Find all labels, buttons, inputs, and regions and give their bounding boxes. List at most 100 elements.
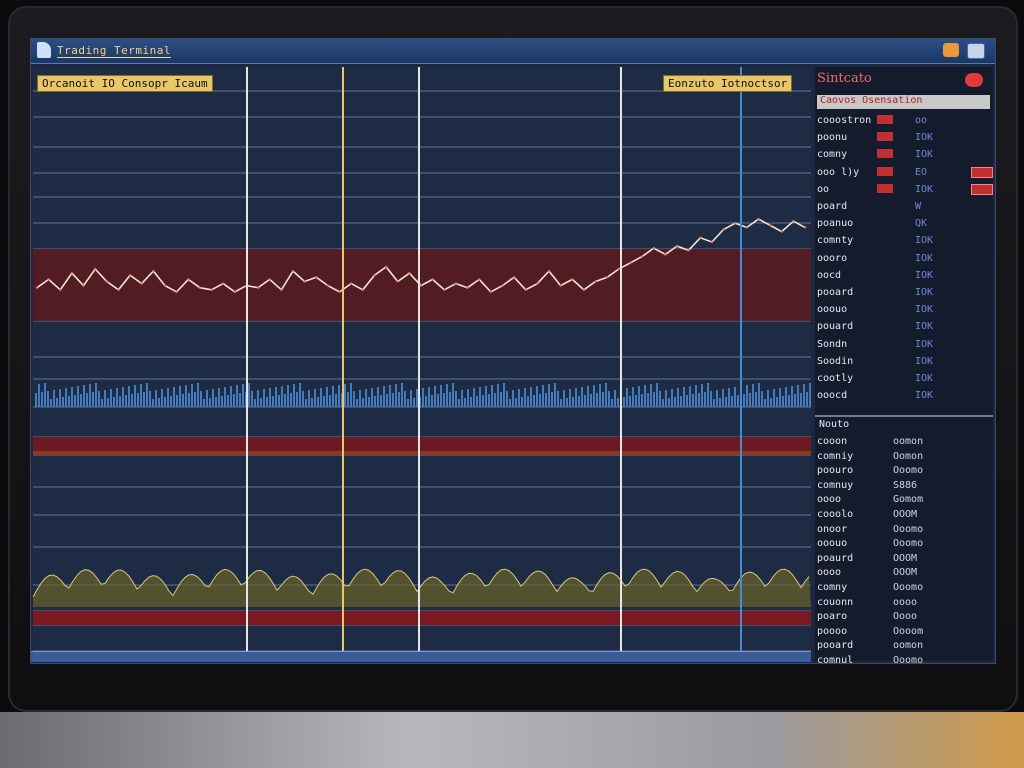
order-row[interactable]: couonn oooo: [817, 596, 993, 612]
volume-bar: [512, 390, 514, 407]
watchlist-header: Caovos Osensation: [817, 95, 990, 109]
notification-icon[interactable]: [943, 43, 959, 57]
volume-bar: [311, 398, 313, 407]
watchlist-row[interactable]: pouard IOK: [817, 319, 993, 336]
price-point: [477, 278, 481, 281]
order-row[interactable]: comniy Oomon: [817, 450, 993, 466]
volume-bar: [749, 393, 751, 407]
header-accent: Osensation: [862, 95, 923, 106]
volume-bar: [425, 396, 427, 407]
volume-bar: [353, 391, 355, 407]
volume-bar: [380, 395, 382, 407]
home-icon[interactable]: [967, 43, 985, 59]
order-row[interactable]: pooard oomon: [817, 639, 993, 655]
price-point: [315, 276, 318, 279]
order-row[interactable]: comnuy S886: [817, 479, 993, 495]
watchlist-row[interactable]: comnty IOK: [817, 233, 993, 250]
volume-bar: [131, 394, 133, 407]
volume-bar: [710, 391, 712, 407]
volume-bar: [260, 398, 262, 407]
order-row[interactable]: poaurd OOOM: [817, 552, 993, 568]
volume-bar: [278, 395, 280, 407]
volume-bar: [338, 385, 340, 407]
watchlist-row[interactable]: cootly IOK: [817, 371, 993, 388]
favorite-icon[interactable]: [965, 73, 983, 87]
order-row[interactable]: cooon oomon: [817, 435, 993, 451]
volume-bar: [233, 394, 235, 407]
volume-bar: [737, 395, 739, 407]
watchlist-row[interactable]: ooocd IOK: [817, 388, 993, 405]
price-point: [187, 278, 190, 281]
order-row[interactable]: comny Ooomo: [817, 581, 993, 597]
volume-bar: [713, 399, 715, 407]
order-symbol: cooon: [817, 436, 848, 447]
volume-bar: [506, 391, 508, 407]
volume-bar: [359, 390, 361, 407]
row-value: oo: [915, 115, 928, 126]
volume-bar: [410, 390, 412, 407]
row-symbol: poard: [817, 201, 848, 212]
volume-bar: [269, 388, 271, 407]
watchlist-row[interactable]: oo IOK: [817, 182, 993, 199]
volume-bar: [491, 385, 493, 407]
watchlist-row[interactable]: Soodin IOK: [817, 354, 993, 371]
watchlist-row[interactable]: poanuo QK: [817, 216, 993, 233]
row-symbol: oooro: [817, 252, 848, 264]
volume-bar: [500, 392, 502, 407]
volume-bar: [530, 387, 532, 407]
watchlist-row[interactable]: oocd IOK: [817, 268, 993, 285]
chart-background: [33, 67, 811, 655]
order-row[interactable]: poouro Ooomo: [817, 464, 993, 480]
volume-bar: [464, 398, 466, 407]
order-row[interactable]: onoor Ooomo: [817, 523, 993, 539]
row-alert-badge[interactable]: [971, 166, 993, 178]
volume-bar: [251, 391, 253, 407]
chart-label-right: Eonzuto Iotnoctsor: [663, 75, 793, 92]
volume-bar: [467, 389, 469, 407]
price-chart[interactable]: [33, 67, 811, 655]
watchlist-row[interactable]: comny IOK: [817, 147, 993, 164]
volume-bar: [389, 385, 391, 407]
indicator-band-1: [33, 437, 811, 451]
volume-bar: [320, 388, 322, 407]
order-row[interactable]: oooo OOOM: [817, 566, 993, 582]
row-symbol: pouard: [817, 321, 854, 333]
watchlist-row[interactable]: ooo l)y EO: [817, 165, 993, 182]
volume-bar: [575, 388, 577, 407]
volume-bar: [383, 386, 385, 407]
row-value: IOK: [915, 235, 934, 247]
volume-bar: [365, 389, 367, 407]
volume-bar: [308, 390, 310, 407]
watchlist-row[interactable]: poonu IOK: [817, 130, 993, 147]
volume-bar: [398, 392, 400, 407]
volume-bar: [776, 397, 778, 407]
watchlist-row[interactable]: ooouo IOK: [817, 302, 993, 319]
order-symbol: couonn: [817, 596, 854, 608]
watchlist-row[interactable]: Sondn IOK: [817, 337, 993, 354]
order-value: Oooo: [893, 611, 918, 623]
price-point: [140, 282, 143, 285]
volume-bar: [65, 388, 67, 407]
volume-bar: [50, 399, 52, 407]
volume-bar: [386, 394, 388, 407]
order-row[interactable]: oooo Gomom: [817, 493, 993, 509]
watchlist-row[interactable]: oooro IOK: [817, 251, 993, 268]
order-row[interactable]: poaro Oooo: [817, 610, 993, 626]
watchlist-row[interactable]: poard W: [817, 199, 993, 216]
order-row[interactable]: poooo Oooom: [817, 625, 993, 641]
price-point: [699, 236, 702, 239]
order-row[interactable]: ooouo Ooomo: [817, 537, 993, 553]
row-value: IOK: [915, 355, 934, 367]
volume-bar: [149, 391, 151, 407]
order-row[interactable]: cooolo OOOM: [817, 508, 993, 524]
volume-bar: [752, 384, 754, 407]
row-alert-badge[interactable]: [971, 183, 993, 195]
volume-bar: [113, 397, 115, 407]
watchlist-row[interactable]: pooard IOK: [817, 285, 993, 302]
row-value: EO: [915, 166, 928, 178]
row-symbol: comnty: [817, 235, 854, 247]
chart-area[interactable]: Orcanoit IO Consopr Icaum Eonzuto Iotnoc…: [33, 67, 811, 655]
volume-bar: [572, 397, 574, 407]
order-row[interactable]: comnul Ooomo: [817, 654, 993, 663]
watchlist-row[interactable]: cooostron oo: [817, 113, 993, 130]
